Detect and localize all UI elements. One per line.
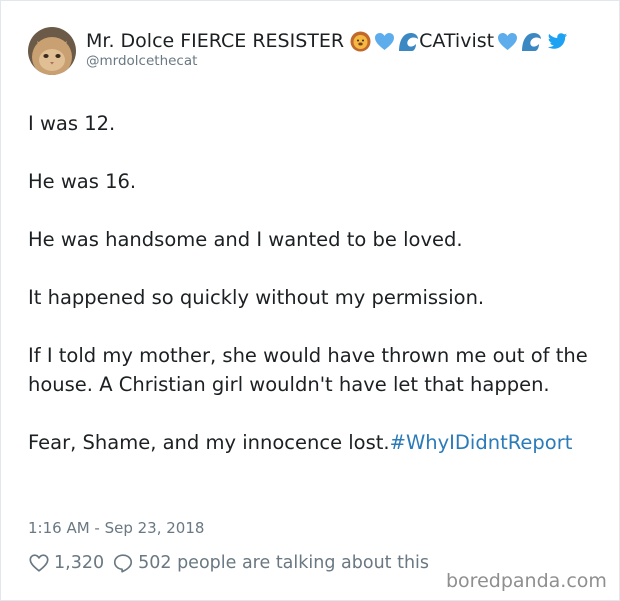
replies-text[interactable]: 502 people are talking about this [138,553,429,573]
avatar[interactable] [28,27,76,75]
wave-icon [398,30,420,52]
tweet-paragraph: If I told my mother, she would have thro… [28,344,588,396]
tweet-paragraph: He was 16. [28,170,137,193]
author-name[interactable]: Mr. Dolce FIERCE RESISTER [86,30,344,52]
author-name-row[interactable]: Mr. Dolce FIERCE RESISTER CATivist [86,30,568,52]
author-handle[interactable]: @mrdolcethecat [86,53,197,69]
tweet-paragraph-text: Fear, Shame, and my innocence lost. [28,431,390,454]
blue-heart-icon [497,31,518,52]
author-name-suffix[interactable]: CATivist [419,30,494,52]
tweet-last-paragraph: Fear, Shame, and my innocence lost.#WhyI… [28,428,593,457]
tweet-text: I was 12. He was 16. He was handsome and… [28,109,593,457]
blue-heart-icon [374,31,395,52]
hashtag-link[interactable]: #WhyIDidntReport [390,431,573,454]
tweet-paragraph: It happened so quickly without my permis… [28,286,485,309]
tweet-timestamp[interactable]: 1:16 AM - Sep 23, 2018 [28,519,204,537]
heart-icon[interactable] [28,552,50,574]
tweet-paragraph: He was handsome and I wanted to be loved… [28,228,463,251]
tweet-paragraph: I was 12. [28,112,116,135]
reply-bubble-icon[interactable] [112,552,134,574]
lion-face-icon [350,31,371,52]
watermark: boredpanda.com [446,570,607,592]
wave-icon [521,31,542,52]
twitter-bird-icon[interactable] [547,31,568,52]
like-count[interactable]: 1,320 [54,553,104,573]
tweet-actions: 1,320 502 people are talking about this [28,552,429,574]
